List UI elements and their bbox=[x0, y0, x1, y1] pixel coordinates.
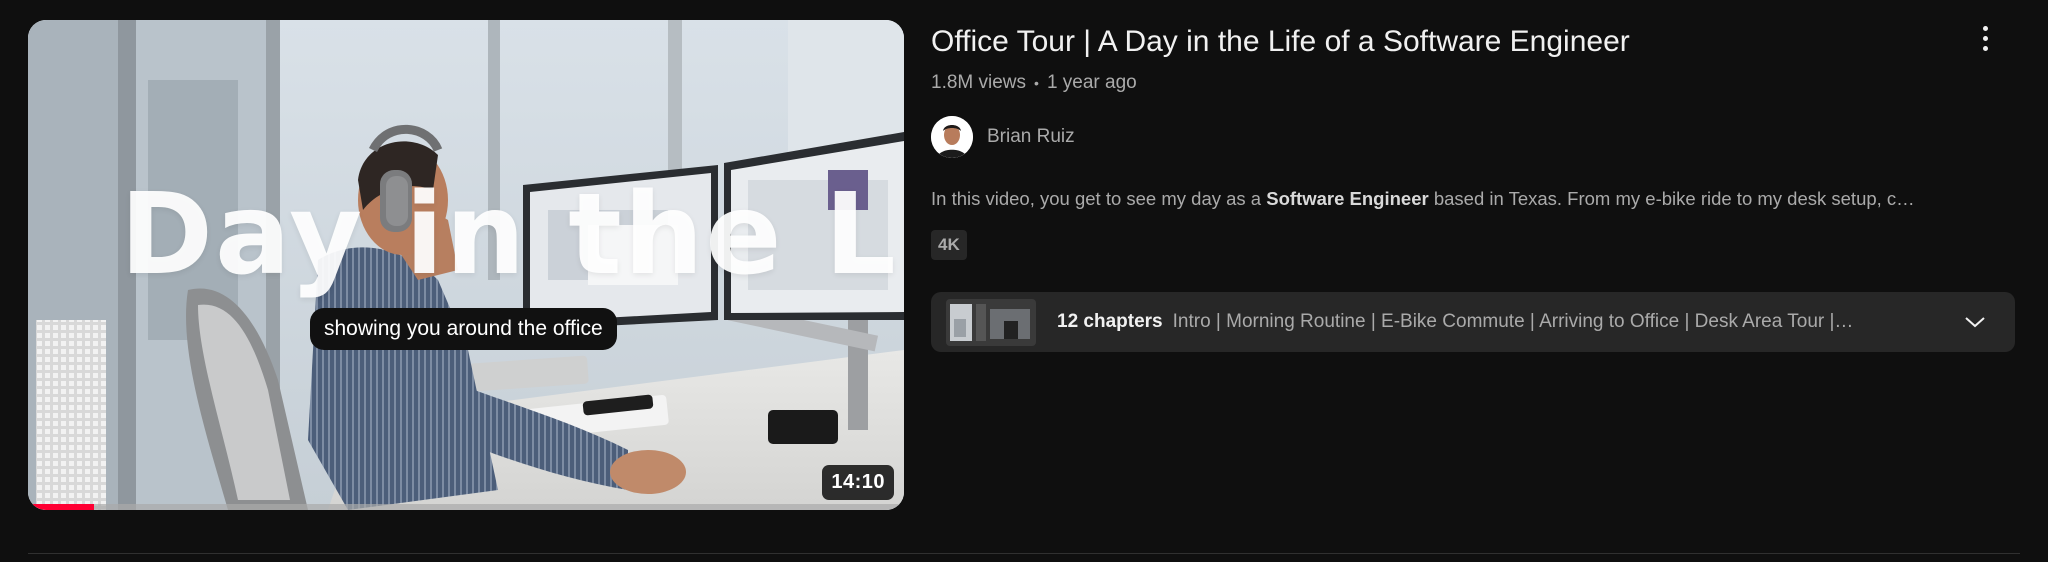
channel-avatar[interactable] bbox=[931, 116, 973, 158]
video-description[interactable]: In this video, you get to see my day as … bbox=[931, 188, 2016, 210]
chevron-down-icon[interactable] bbox=[1963, 310, 1987, 334]
view-count: 1.8M views bbox=[931, 72, 1027, 93]
avatar-icon bbox=[931, 116, 973, 158]
description-text-end: based in Texas. From my e-bike ride to m… bbox=[1428, 188, 1915, 209]
channel-name[interactable]: Brian Ruiz bbox=[987, 126, 1075, 148]
metadata-separator: • bbox=[1034, 75, 1039, 91]
upload-age: 1 year ago bbox=[1046, 72, 1137, 93]
video-thumbnail[interactable]: Day in the Life showing you around the o… bbox=[28, 20, 904, 510]
more-actions-button[interactable] bbox=[1967, 20, 2003, 56]
watch-progress-fill bbox=[28, 504, 94, 510]
more-vertical-icon bbox=[1982, 25, 1988, 31]
chapters-count: 12 chapters bbox=[1057, 311, 1163, 332]
chapters-list: Intro | Morning Routine | E-Bike Commute… bbox=[1172, 311, 1854, 332]
channel-link[interactable]: Brian Ruiz bbox=[931, 116, 2021, 158]
duration-badge: 14:10 bbox=[822, 465, 894, 500]
video-details: Office Tour | A Day in the Life of a Sof… bbox=[931, 20, 2021, 352]
thumbnail-overlay-title: Day in the Life bbox=[120, 170, 904, 300]
chapters-expander[interactable]: 12 chapters Intro | Morning Routine | E-… bbox=[931, 292, 2015, 352]
video-metadata: 1.8M views • 1 year ago bbox=[931, 72, 2021, 94]
thumbnail-caption: showing you around the office bbox=[310, 308, 617, 350]
quality-badge: 4K bbox=[931, 230, 967, 260]
watch-progress-track bbox=[28, 504, 904, 510]
chapter-thumbnail bbox=[946, 298, 1036, 346]
video-title[interactable]: Office Tour | A Day in the Life of a Sof… bbox=[931, 20, 2021, 64]
description-text-start: In this video, you get to see my day as … bbox=[931, 188, 1267, 209]
section-divider bbox=[28, 553, 2020, 554]
description-bold-text: Software Engineer bbox=[1266, 188, 1429, 209]
